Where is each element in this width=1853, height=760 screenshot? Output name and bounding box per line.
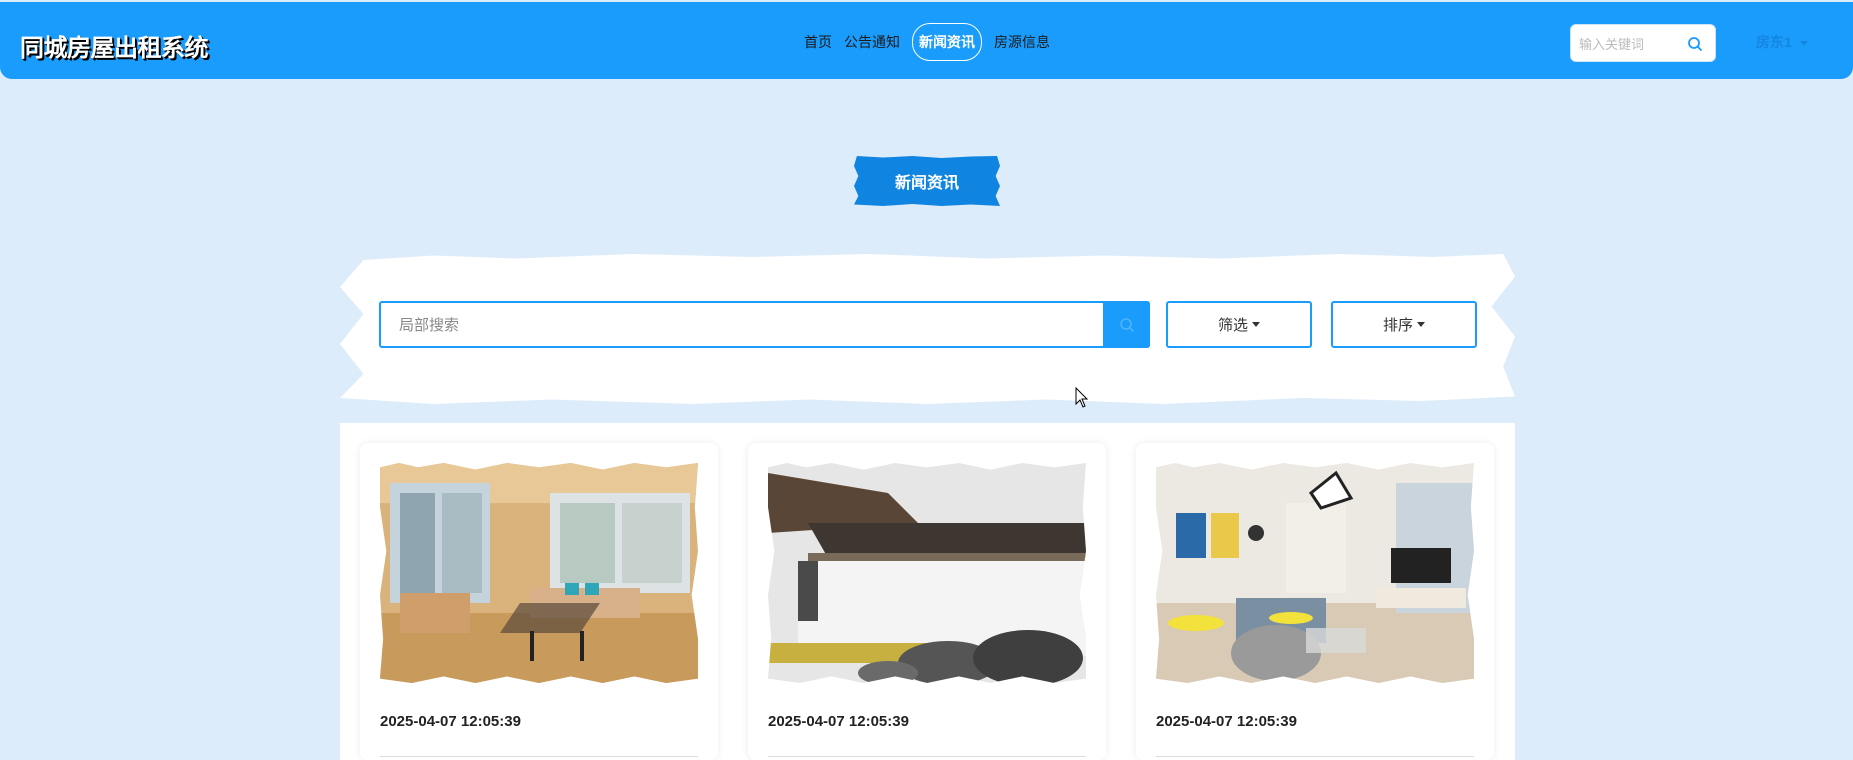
site-title[interactable]: 同城房屋出租系统 <box>20 28 209 63</box>
caret-down-icon <box>1417 322 1425 327</box>
modern-living-room-photo[interactable] <box>1156 463 1474 683</box>
news-card[interactable]: 2025-04-07 12:05:39 <box>360 443 718 760</box>
filter-button[interactable]: 筛选 <box>1166 301 1312 348</box>
nav-item-news[interactable]: 新闻资讯 <box>912 23 982 61</box>
news-card[interactable]: 2025-04-07 12:05:39 <box>748 443 1106 760</box>
news-card[interactable]: 2025-04-07 12:05:39 <box>1136 443 1494 760</box>
nav-item-notices[interactable]: 公告通知 <box>844 32 900 52</box>
news-date: 2025-04-07 12:05:39 <box>768 713 909 730</box>
local-search-box <box>379 301 1150 348</box>
nav-item-listings[interactable]: 房源信息 <box>994 32 1050 52</box>
filter-label: 筛选 <box>1217 317 1248 334</box>
sort-label: 排序 <box>1382 317 1413 334</box>
user-menu[interactable]: 房东1 <box>1756 32 1808 52</box>
top-header: 同城房屋出租系统 首页 公告通知 新闻资讯 房源信息 房东1 <box>0 2 1853 79</box>
divider <box>1156 756 1474 757</box>
divider <box>380 756 698 757</box>
divider <box>768 756 1086 757</box>
news-date: 2025-04-07 12:05:39 <box>1156 713 1297 730</box>
user-name: 房东1 <box>1756 34 1792 50</box>
chevron-down-icon <box>1799 40 1808 46</box>
local-search-input[interactable] <box>399 315 1079 335</box>
main-nav: 首页 公告通知 新闻资讯 房源信息 <box>798 23 1056 61</box>
cursor-icon <box>1075 387 1089 408</box>
section-title: 新闻资讯 <box>854 156 1000 206</box>
search-icon <box>1119 317 1134 332</box>
caret-down-icon <box>1252 322 1260 327</box>
sort-button[interactable]: 排序 <box>1331 301 1477 348</box>
nav-item-home[interactable]: 首页 <box>804 32 832 52</box>
news-date: 2025-04-07 12:05:39 <box>380 713 521 730</box>
search-icon[interactable] <box>1687 36 1703 52</box>
header-search-box <box>1570 24 1716 62</box>
chinese-courtyard-photo[interactable] <box>768 463 1086 683</box>
header-search-input[interactable] <box>1579 35 1689 53</box>
local-search-button[interactable] <box>1103 301 1150 348</box>
living-room-photo[interactable] <box>380 463 698 683</box>
